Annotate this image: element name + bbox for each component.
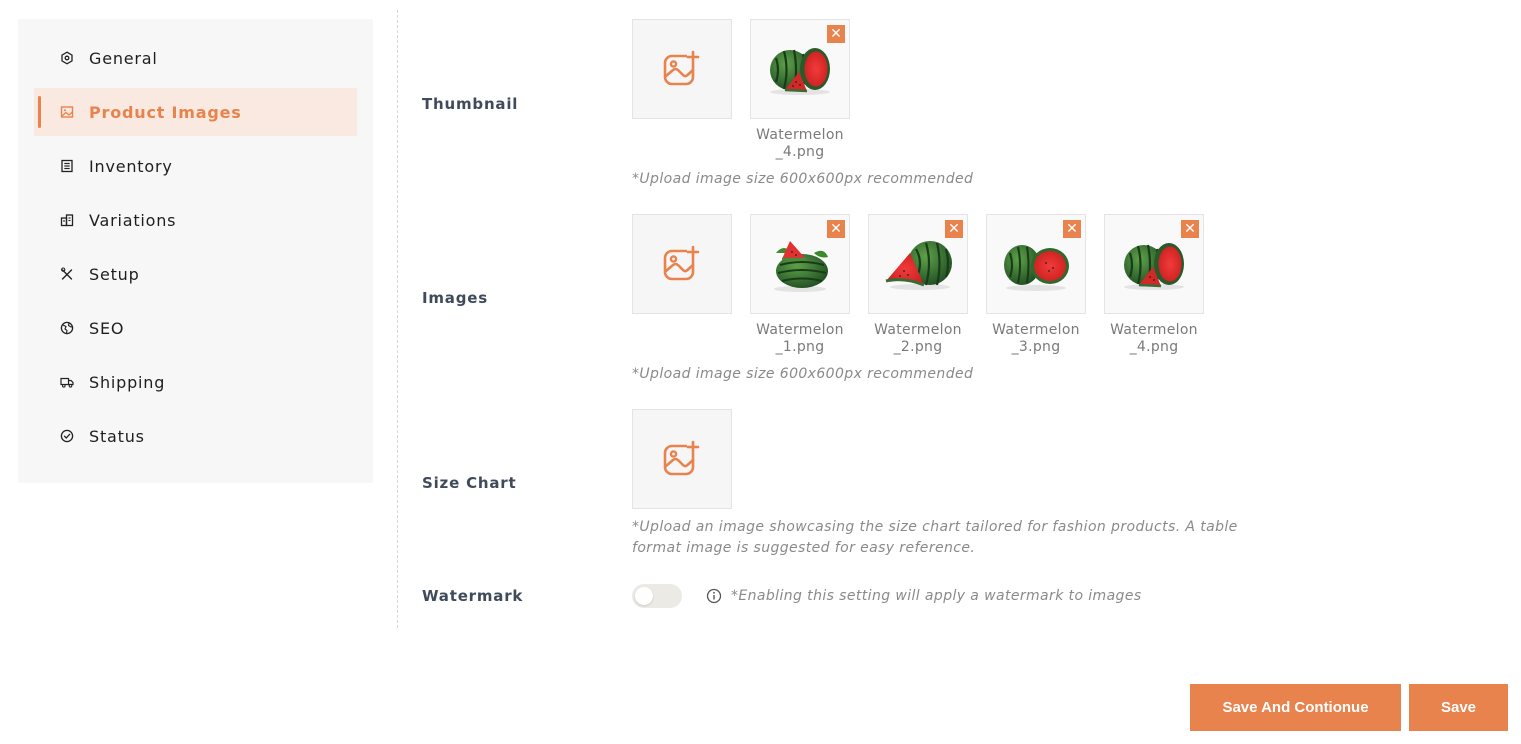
sidebar-item-general[interactable]: General [34, 34, 357, 82]
thumbnail-hint: *Upload image size 600x600px recommended [632, 171, 974, 187]
product-image-tile: ✕ [868, 214, 968, 314]
image-filename: Watermelon _2.png [874, 322, 962, 355]
save-and-continue-button[interactable]: Save And Contionue [1190, 684, 1401, 731]
thumbnail-filename: Watermelon _4.png [756, 127, 844, 160]
list-document-icon [60, 159, 74, 173]
sidebar-item-label: Inventory [89, 156, 173, 176]
product-image-tile: ✕ [750, 214, 850, 314]
images-label: Images [422, 289, 488, 307]
sidebar-item-variations[interactable]: Variations [34, 196, 357, 244]
watermelon-image [885, 241, 952, 290]
watermark-hint: *Enabling this setting will apply a wate… [731, 588, 1142, 604]
upload-image-icon [662, 49, 702, 89]
section-divider [397, 10, 398, 628]
product-image-tile: ✕ [1104, 214, 1204, 314]
sidebar-item-label: SEO [89, 318, 125, 338]
thumbnail-label: Thumbnail [422, 95, 519, 113]
check-circle-icon [60, 429, 74, 443]
sidebar-item-label: Status [89, 426, 145, 446]
watermelon-image [774, 241, 828, 292]
sidebar-item-label: General [89, 48, 158, 68]
upload-image-icon [662, 439, 702, 479]
save-button[interactable]: Save [1409, 684, 1508, 731]
image-filename: Watermelon _4.png [1110, 322, 1198, 355]
remove-image-button[interactable]: ✕ [1063, 220, 1081, 238]
watermelon-image [770, 48, 830, 95]
images-upload-tile[interactable] [632, 214, 732, 314]
sidebar-nav: General Product Images Inventory Variati… [18, 19, 373, 483]
remove-image-button[interactable]: ✕ [827, 220, 845, 238]
sidebar-item-label: Setup [89, 264, 140, 284]
image-filename: Watermelon _3.png [992, 322, 1080, 355]
image-icon [60, 105, 74, 119]
info-icon [706, 588, 722, 604]
sidebar-item-label: Product Images [89, 102, 242, 122]
size-chart-hint: *Upload an image showcasing the size cha… [632, 519, 1238, 556]
product-image-tile: ✕ [986, 214, 1086, 314]
upload-image-icon [662, 244, 702, 284]
sidebar-item-inventory[interactable]: Inventory [34, 142, 357, 190]
sidebar-item-product-images[interactable]: Product Images [34, 88, 357, 136]
sidebar-item-label: Variations [89, 210, 177, 230]
size-chart-label: Size Chart [422, 474, 517, 492]
sidebar-item-shipping[interactable]: Shipping [34, 358, 357, 406]
truck-icon [60, 375, 74, 389]
sidebar-item-status[interactable]: Status [34, 412, 357, 460]
remove-image-button[interactable]: ✕ [1181, 220, 1199, 238]
sidebar-item-seo[interactable]: SEO [34, 304, 357, 352]
sidebar-item-setup[interactable]: Setup [34, 250, 357, 298]
watermelon-image [1124, 243, 1184, 290]
size-chart-upload-tile[interactable] [632, 409, 732, 509]
remove-thumbnail-button[interactable]: ✕ [827, 25, 845, 43]
thumbnail-upload-tile[interactable] [632, 19, 732, 119]
watermelon-image [1004, 245, 1069, 291]
sidebar-item-label: Shipping [89, 372, 166, 392]
watermark-toggle[interactable] [632, 584, 682, 608]
images-hint: *Upload image size 600x600px recommended [632, 366, 974, 382]
tools-icon [60, 267, 74, 281]
thumbnail-image-tile: ✕ [750, 19, 850, 119]
image-filename: Watermelon _1.png [756, 322, 844, 355]
remove-image-button[interactable]: ✕ [945, 220, 963, 238]
toggle-knob [635, 587, 653, 605]
building-icon [60, 213, 74, 227]
watermark-label: Watermark [422, 587, 524, 605]
globe-icon [60, 321, 74, 335]
hexagon-settings-icon [60, 51, 74, 65]
